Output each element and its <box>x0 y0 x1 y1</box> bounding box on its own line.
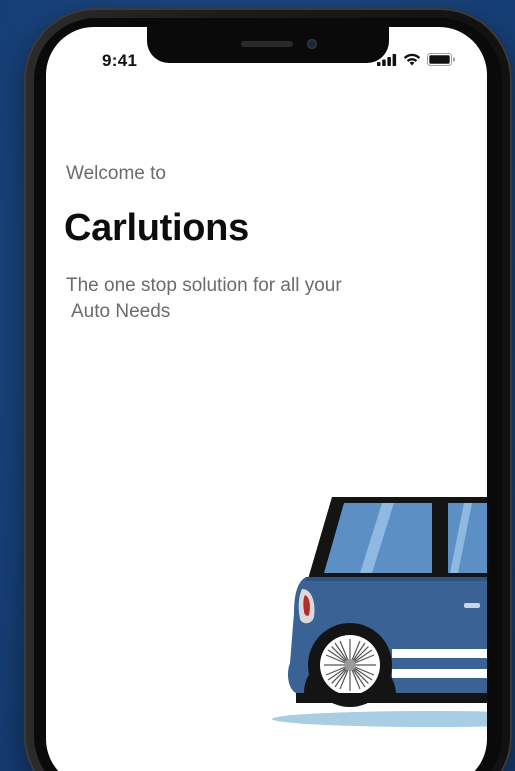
notch <box>147 27 389 63</box>
battery-icon <box>427 53 455 66</box>
front-camera <box>307 39 317 49</box>
speaker-grille <box>241 41 293 47</box>
wifi-icon <box>403 53 421 66</box>
status-time: 9:41 <box>102 51 138 70</box>
car-beltline <box>306 577 487 581</box>
car-hub <box>344 659 356 671</box>
car-stripe-1 <box>392 649 487 658</box>
car-stripe-2 <box>392 669 487 678</box>
app-title: Carlutions <box>64 207 249 249</box>
app-screen: 9:41 Welcome to Carlutions The one stop … <box>46 27 487 771</box>
tagline-line-1: The one stop solution for all your <box>66 275 342 296</box>
cellular-signal-icon <box>377 53 397 66</box>
car-illustration <box>272 497 487 727</box>
tagline-line-2: Auto Needs <box>71 301 171 322</box>
tagline: The one stop solution for all your Auto … <box>66 273 406 325</box>
car-shadow <box>272 711 487 727</box>
status-icons <box>377 53 455 66</box>
car-sill <box>296 693 487 703</box>
welcome-text: Welcome to <box>66 163 166 184</box>
car-door-handle <box>464 603 480 608</box>
